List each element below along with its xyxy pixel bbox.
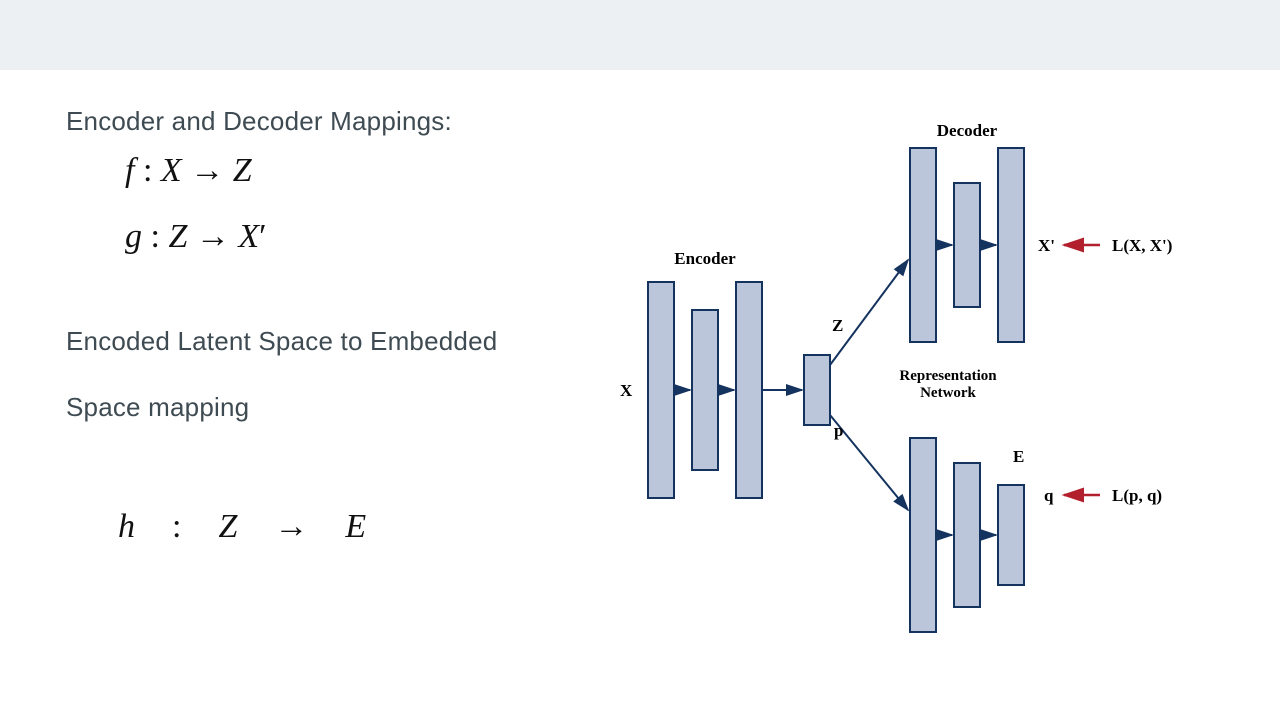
q-label: q (1044, 486, 1054, 505)
decoder-layer-1 (910, 148, 936, 342)
repnet-label-2: Network (920, 385, 976, 401)
loss2-label: L(p, q) (1112, 486, 1162, 505)
repnet-layer-2 (954, 463, 980, 607)
xprime-label: X' (1038, 236, 1055, 255)
repnet-layer-1 (910, 438, 936, 632)
encoder-layer-1 (648, 282, 674, 498)
decoder-label: Decoder (937, 121, 998, 140)
decoder-layer-2 (954, 183, 980, 307)
encoder-layer-2 (692, 310, 718, 470)
repnet-block (910, 438, 1024, 632)
encoder-block (648, 282, 762, 498)
z-label: Z (832, 316, 843, 335)
architecture-diagram: Encoder Decoder X Z p X' Representation … (0, 0, 1280, 720)
latent-z-block (804, 355, 830, 425)
repnet-layer-3 (998, 485, 1024, 585)
repnet-label-1: Representation (899, 368, 997, 384)
x-label: X (620, 381, 633, 400)
p-label: p (834, 421, 843, 440)
encoder-layer-3 (736, 282, 762, 498)
encoder-label: Encoder (674, 249, 736, 268)
z-to-decoder-arrow (830, 260, 908, 365)
decoder-block (910, 148, 1024, 342)
loss1-label: L(X, X') (1112, 236, 1172, 255)
decoder-layer-3 (998, 148, 1024, 342)
e-label: E (1013, 447, 1024, 466)
